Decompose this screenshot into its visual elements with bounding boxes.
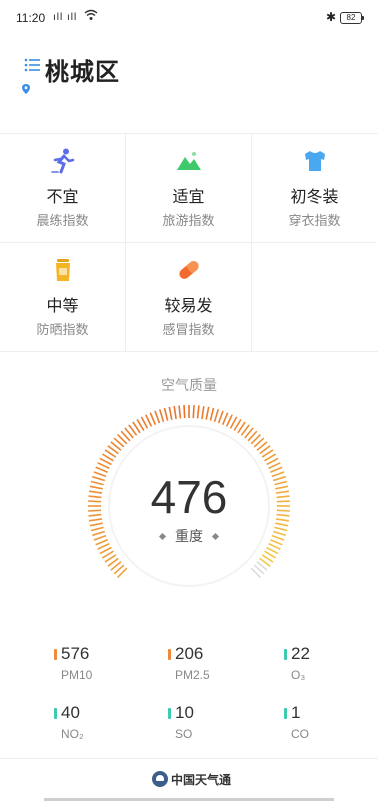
index-sunscreen[interactable]: 中等 防晒指数: [0, 243, 126, 351]
pollutant-color-bar: [284, 708, 287, 719]
gauge-tick: [225, 414, 233, 427]
gauge-tick: [213, 409, 220, 423]
index-label: 防晒指数: [36, 322, 89, 337]
pollutant-value: 40: [61, 703, 80, 722]
pollutant-o3[interactable]: 22 O₃: [284, 644, 378, 688]
pollutant-value: 1: [291, 703, 301, 722]
pollutant-value: 206: [175, 644, 204, 663]
index-travel[interactable]: 适宜 旅游指数: [126, 134, 252, 243]
index-label: 感冒指数: [162, 322, 215, 337]
mountain-icon: [176, 152, 201, 170]
pollutant-color-bar: [54, 649, 57, 660]
gauge-tick: [173, 405, 177, 420]
status-bar: 11:20 ıll ıll ✱ 82: [0, 0, 378, 36]
aqi-level: 重度: [0, 526, 378, 546]
gauge-tick: [205, 406, 210, 420]
index-clothing[interactable]: 初冬装 穿衣指数: [252, 134, 377, 243]
pollutant-so[interactable]: 10 SO: [168, 703, 268, 747]
gauge-tick: [209, 407, 215, 421]
gauge-tick: [154, 410, 161, 424]
index-cold[interactable]: 较易发 感冒指数: [126, 243, 252, 351]
pollutant-co[interactable]: 1 CO: [284, 703, 378, 747]
pollutant-color-bar: [168, 708, 171, 719]
battery-icon: 82: [340, 12, 364, 24]
pollutant-value: 10: [175, 703, 194, 722]
gauge-tick: [221, 412, 229, 426]
header: 桃城区: [0, 44, 378, 104]
index-label: 晨练指数: [36, 213, 89, 228]
pollutant-no2[interactable]: 40 NO₂: [54, 703, 154, 747]
pollutant-name: PM10: [61, 668, 93, 682]
gauge-tick: [158, 409, 165, 423]
footer-brand: 中国天气通: [171, 773, 232, 787]
pill-icon: [178, 261, 199, 279]
index-value: 适宜: [172, 189, 205, 206]
pollutant-color-bar: [284, 649, 287, 660]
air-quality-label: 空气质量: [161, 377, 217, 393]
bluetooth-icon: ✱: [326, 10, 337, 24]
pollutant-name: O₃: [291, 668, 306, 682]
gauge-tick: [192, 405, 195, 419]
gauge-tick: [145, 414, 153, 427]
wifi-icon: [84, 9, 98, 20]
index-value: 较易发: [164, 298, 213, 315]
footer: 中国天气通: [0, 758, 378, 801]
pollutant-color-bar: [54, 708, 57, 719]
gauge-tick: [201, 405, 205, 420]
city-title[interactable]: 桃城区: [45, 52, 120, 87]
index-value: 中等: [46, 298, 79, 315]
pollutant-pm25[interactable]: 206 PM2.5: [168, 644, 268, 688]
running-icon: [50, 148, 74, 174]
aqi-value: 476: [150, 471, 228, 523]
list-menu-icon[interactable]: [24, 57, 40, 73]
sunscreen-icon: [55, 259, 70, 281]
index-morning-exercise[interactable]: 不宜 晨练指数: [0, 134, 126, 243]
weather-logo-icon: [152, 771, 168, 787]
signal-icon: ıll ıll: [53, 12, 78, 23]
pollutant-name: CO: [291, 727, 309, 741]
index-label: 穿衣指数: [288, 213, 341, 228]
status-time: 11:20: [16, 11, 46, 25]
index-value: 不宜: [46, 189, 79, 206]
gauge-tick: [149, 412, 157, 426]
aqi-level-text: 重度: [175, 528, 203, 544]
shirt-icon: [304, 151, 325, 171]
pollutant-name: PM2.5: [175, 668, 210, 682]
gauge-tick: [163, 407, 169, 421]
index-value: 初冬装: [290, 189, 339, 206]
index-label: 旅游指数: [162, 213, 215, 228]
pollutant-pm10[interactable]: 576 PM10: [54, 644, 154, 688]
gauge-tick: [183, 405, 186, 419]
pollutant-value: 576: [61, 644, 90, 663]
gauge-tick: [178, 405, 182, 419]
gauge-tick: [268, 462, 281, 470]
diamond-icon: [211, 532, 220, 540]
pollutant-color-bar: [168, 649, 171, 660]
gauge-tick: [196, 405, 200, 419]
gauge-tick: [168, 406, 173, 420]
gauge-tick: [217, 410, 224, 424]
diamond-icon: [158, 532, 167, 540]
index-empty-cell: [252, 243, 377, 351]
gauge-tick: [97, 462, 110, 470]
pollutant-name: NO₂: [61, 727, 84, 741]
life-index-grid: 不宜 晨练指数 适宜 旅游指数 初冬装 穿衣指数 中等 防晒指数 较易发 感冒指…: [0, 133, 378, 352]
pollutant-name: SO: [175, 727, 193, 741]
pollutant-value: 22: [291, 644, 310, 663]
location-pin-icon: [22, 84, 30, 94]
